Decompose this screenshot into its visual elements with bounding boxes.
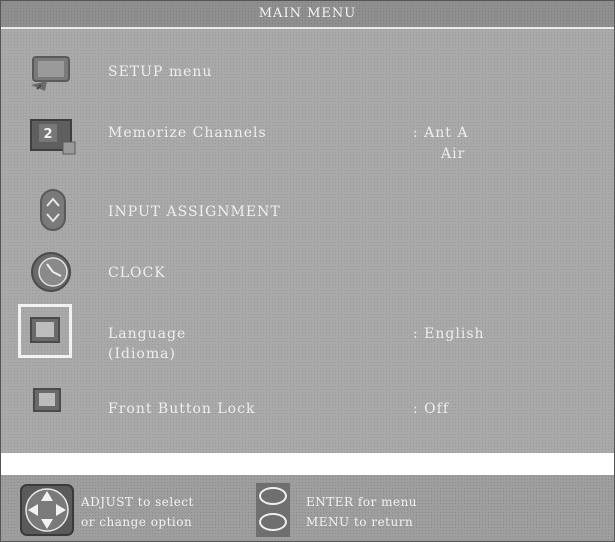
setup-monitor-icon [31, 56, 70, 91]
front-button-lock-value: : Off [413, 401, 450, 417]
lock-icon [33, 388, 61, 412]
memorize-channels-value2: Air [441, 146, 466, 162]
memorize-channels-value: : Ant A [413, 125, 469, 141]
enter-button-icon [259, 487, 287, 505]
input-assignment-icon [40, 189, 66, 231]
dpad-icon [20, 484, 74, 536]
language-label: Language [108, 326, 187, 342]
menu-help-text: MENU to return [306, 515, 414, 529]
clock-icon [31, 252, 71, 292]
front-button-lock-label: Front Button Lock [108, 401, 256, 417]
language-icon [30, 317, 60, 343]
setup-menu-label: SETUP menu [108, 64, 213, 80]
language-sublabel: (Idioma) [108, 346, 176, 362]
title-bar: MAIN MENU [1, 1, 614, 29]
info-strip [1, 453, 614, 475]
menu-title: MAIN MENU [258, 6, 357, 21]
channel-number-text: 2 [43, 127, 52, 142]
adjust-help-line2: or change option [81, 515, 193, 529]
channel-2-icon: 2 [30, 119, 76, 155]
menu-button-icon [259, 513, 287, 531]
language-value: : English [413, 326, 485, 342]
clock-label: CLOCK [108, 265, 166, 281]
memorize-channels-label: Memorize Channels [108, 125, 267, 141]
tv-screen: MAIN MENU SETUP menu 2 Memorize Channels… [0, 0, 615, 542]
enter-help-text: ENTER for menu [306, 495, 418, 509]
input-assignment-label: INPUT ASSIGNMENT [108, 204, 281, 220]
adjust-help-line1: ADJUST to select [81, 495, 194, 509]
